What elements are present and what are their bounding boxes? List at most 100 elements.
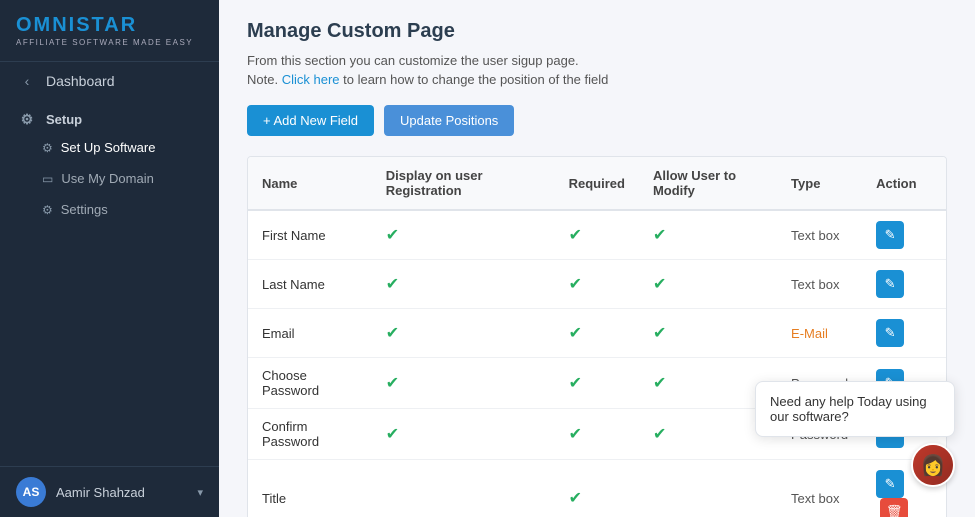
sidebar-item-dashboard[interactable]: ‹ Dashboard: [0, 62, 219, 100]
gear-icon: ⚙: [18, 110, 36, 128]
col-header-name: Name: [248, 157, 372, 210]
edit-button[interactable]: ✎: [876, 319, 904, 347]
cell-allow-modify: ✔: [639, 309, 777, 358]
note-prefix: Note.: [247, 72, 278, 87]
user-name: Aamir Shahzad: [56, 485, 145, 500]
use-my-domain-label: Use My Domain: [61, 171, 153, 186]
check-icon: ✔: [569, 375, 582, 392]
delete-button[interactable]: 🗑: [880, 498, 908, 517]
chat-bubble-wrapper: Need any help Today using our software? …: [755, 381, 955, 487]
cell-required: ✔: [555, 210, 639, 260]
user-footer[interactable]: AS Aamir Shahzad ▾: [0, 466, 219, 517]
check-icon: ✔: [386, 325, 399, 342]
cell-allow-modify: ✔: [639, 210, 777, 260]
avatar: AS: [16, 477, 46, 507]
logo-omni: OMNI: [16, 14, 76, 36]
cell-required: ✔: [555, 460, 639, 517]
cell-type: Text box: [777, 260, 862, 309]
logo-subtitle: AFFILIATE SOFTWARE MADE EASY: [16, 38, 203, 47]
table-row: Email ✔ ✔ ✔ E-Mail ✎: [248, 309, 946, 358]
check-icon: ✔: [569, 325, 582, 342]
check-icon: ✔: [386, 276, 399, 293]
cell-display: ✔: [372, 260, 555, 309]
sidebar-item-settings[interactable]: ⚙ Settings: [0, 194, 219, 225]
check-icon: ✔: [653, 325, 666, 342]
logo-title: OMNISTAR: [16, 14, 203, 37]
col-header-type: Type: [777, 157, 862, 210]
check-icon: ✔: [569, 276, 582, 293]
cell-action: ✎: [862, 210, 946, 260]
page-description: From this section you can customize the …: [247, 53, 947, 68]
type-label: Text box: [791, 228, 839, 243]
cell-display: ✔: [372, 358, 555, 409]
cell-action: ✎: [862, 260, 946, 309]
add-new-field-button[interactable]: + Add New Field: [247, 105, 374, 136]
col-header-allow-modify: Allow User to Modify: [639, 157, 777, 210]
check-icon: ✔: [386, 227, 399, 244]
logo-area: OMNISTAR AFFILIATE SOFTWARE MADE EASY: [0, 0, 219, 62]
cell-display: ✔: [372, 409, 555, 460]
chat-avatar-image: 👩: [913, 443, 953, 487]
check-icon: ✔: [653, 426, 666, 443]
settings-label: Settings: [61, 202, 108, 217]
check-icon: ✔: [386, 426, 399, 443]
cell-name: First Name: [248, 210, 372, 260]
col-header-display: Display on user Registration: [372, 157, 555, 210]
check-icon: ✔: [386, 375, 399, 392]
cell-display: [372, 460, 555, 517]
set-up-software-label: Set Up Software: [61, 140, 156, 155]
check-icon: ✔: [569, 227, 582, 244]
type-label: Text box: [791, 277, 839, 292]
cell-name: Last Name: [248, 260, 372, 309]
cell-display: ✔: [372, 210, 555, 260]
page-title: Manage Custom Page: [247, 20, 947, 43]
cell-name: Choose Password: [248, 358, 372, 409]
chat-avatar[interactable]: 👩: [911, 443, 955, 487]
check-icon: ✔: [569, 490, 582, 507]
click-here-link[interactable]: Click here: [282, 72, 340, 87]
col-header-required: Required: [555, 157, 639, 210]
table-header-row: Name Display on user Registration Requir…: [248, 157, 946, 210]
cell-name: Confirm Password: [248, 409, 372, 460]
cell-type: E-Mail: [777, 309, 862, 358]
check-icon: ✔: [653, 375, 666, 392]
user-chevron-icon: ▾: [197, 486, 203, 499]
sidebar-item-use-my-domain[interactable]: ▭ Use My Domain: [0, 163, 219, 194]
sidebar: OMNISTAR AFFILIATE SOFTWARE MADE EASY ‹ …: [0, 0, 219, 517]
edit-button[interactable]: ✎: [876, 221, 904, 249]
back-arrow-icon: ‹: [18, 72, 36, 90]
dashboard-label: Dashboard: [46, 73, 115, 89]
cell-type: Text box: [777, 210, 862, 260]
cog-icon: ⚙: [42, 141, 53, 155]
setup-label: Setup: [46, 112, 82, 127]
cell-name: Title: [248, 460, 372, 517]
check-icon: ✔: [653, 276, 666, 293]
table-row: First Name ✔ ✔ ✔ Text box ✎: [248, 210, 946, 260]
monitor-icon: ▭: [42, 172, 53, 186]
cell-allow-modify: ✔: [639, 260, 777, 309]
logo-star: STAR: [76, 14, 137, 36]
edit-button[interactable]: ✎: [876, 270, 904, 298]
cell-required: ✔: [555, 409, 639, 460]
update-positions-button[interactable]: Update Positions: [384, 105, 514, 136]
sidebar-item-set-up-software[interactable]: ⚙ Set Up Software: [0, 132, 219, 163]
cell-name: Email: [248, 309, 372, 358]
type-label: E-Mail: [791, 326, 828, 341]
table-row: Last Name ✔ ✔ ✔ Text box ✎: [248, 260, 946, 309]
col-header-action: Action: [862, 157, 946, 210]
check-icon: ✔: [653, 227, 666, 244]
chat-message: Need any help Today using our software?: [770, 394, 927, 424]
cell-required: ✔: [555, 260, 639, 309]
check-icon: ✔: [569, 426, 582, 443]
note-suffix: to learn how to change the position of t…: [343, 72, 608, 87]
settings-icon: ⚙: [42, 203, 53, 217]
cell-action: ✎: [862, 309, 946, 358]
cell-display: ✔: [372, 309, 555, 358]
page-note: Note. Click here to learn how to change …: [247, 72, 947, 87]
cell-required: ✔: [555, 358, 639, 409]
type-label: Text box: [791, 491, 839, 506]
cell-required: ✔: [555, 309, 639, 358]
chat-bubble: Need any help Today using our software?: [755, 381, 955, 437]
toolbar: + Add New Field Update Positions: [247, 105, 947, 136]
sidebar-section-setup[interactable]: ⚙ Setup: [0, 100, 219, 132]
